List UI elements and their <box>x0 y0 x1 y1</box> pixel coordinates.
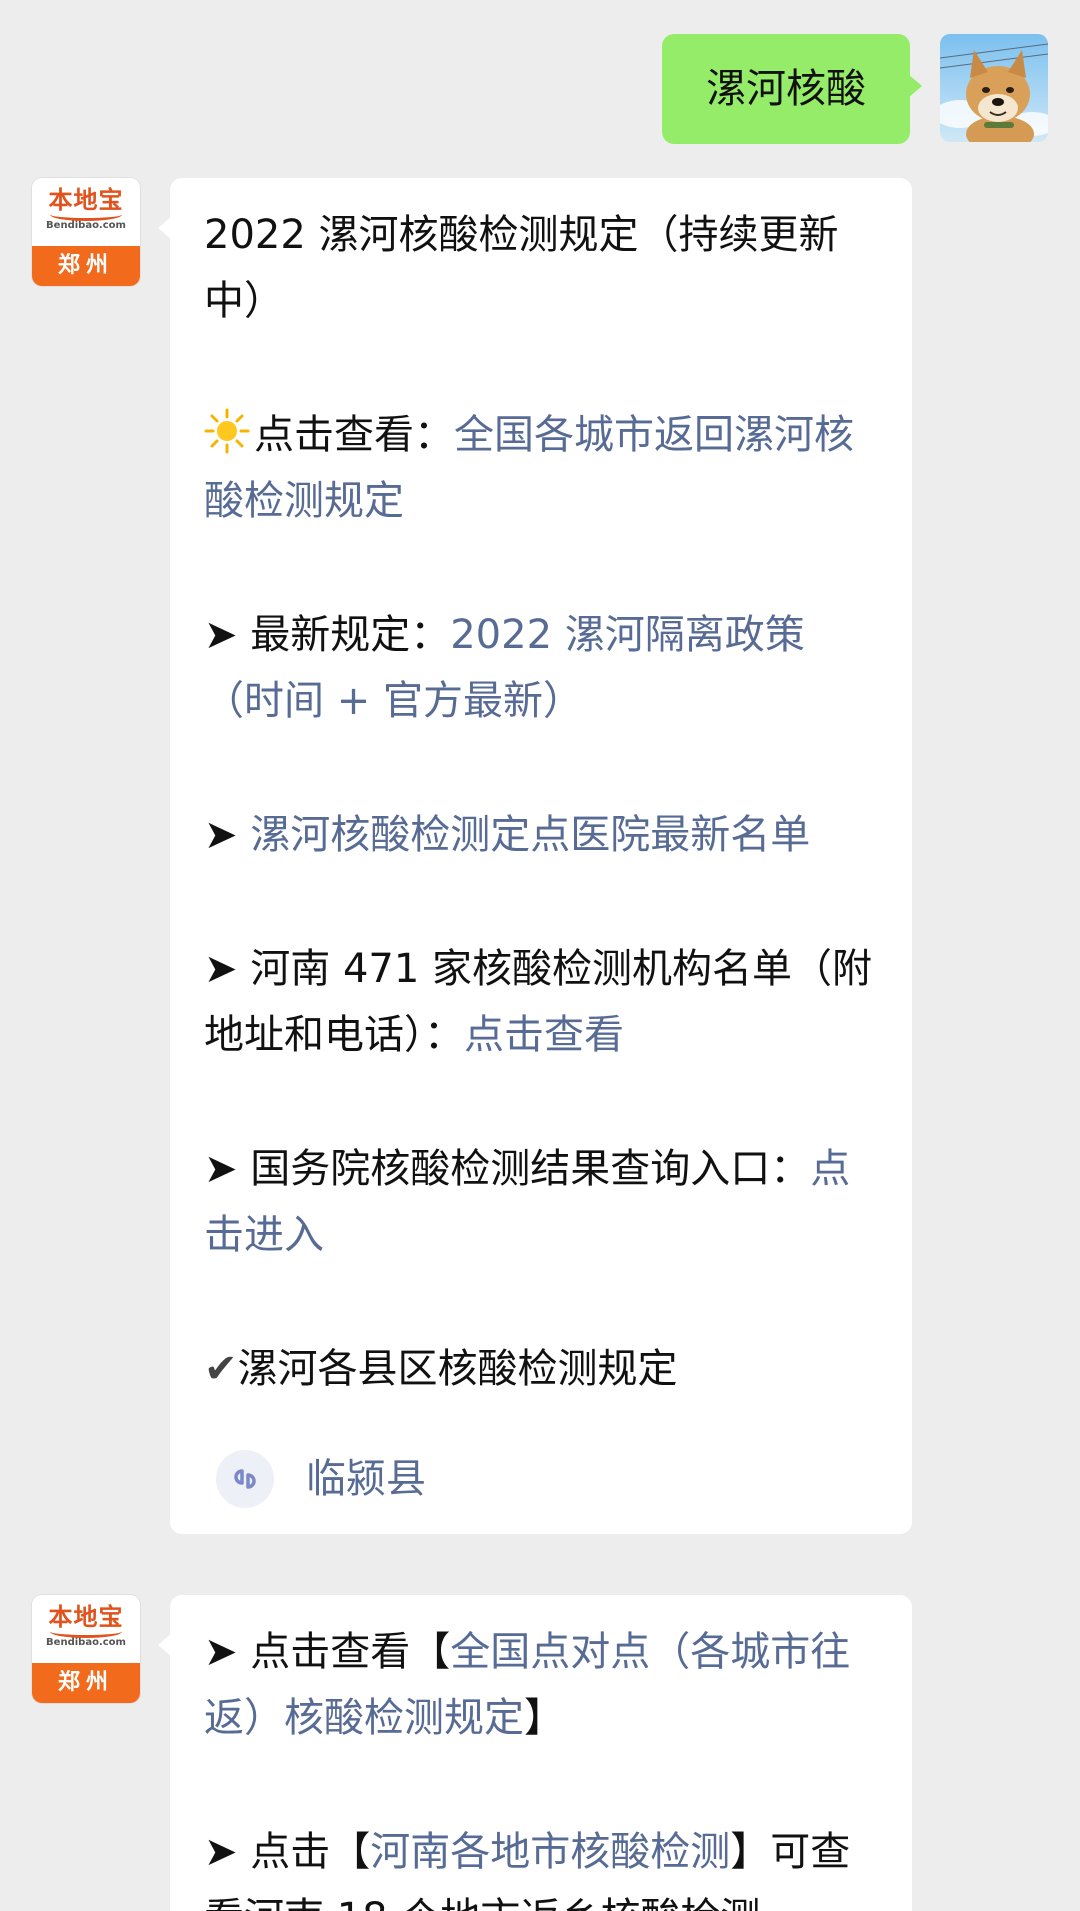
list-item: ➤ 河南 471 家核酸检测机构名单（附地址和电话）：点击查看 <box>204 936 880 1068</box>
brand-arc-icon <box>50 1625 122 1638</box>
item-prefix: 国务院核酸检测结果查询入口： <box>237 1146 811 1192</box>
incoming-message-bubble[interactable]: 2022 漯河核酸检测规定（持续更新中） 点击查看：全国各城市返回漯河核酸检测规… <box>158 178 912 1534</box>
list-item: ➤ 漯河核酸检测定点医院最新名单 <box>204 802 880 868</box>
list-item: ➤ 最新规定：2022 漯河隔离政策（时间 + 官方最新） <box>204 602 880 734</box>
brand-logo: 本地宝 Bendibao.com <box>32 1595 140 1663</box>
miniprogram-icon <box>216 1450 274 1508</box>
arrow-bullet-icon: ➤ <box>204 1629 238 1675</box>
dog-avatar-icon <box>940 34 1048 142</box>
list-item: ➤ 点击查看【全国点对点（各城市往返）核酸检测规定】 <box>204 1619 880 1751</box>
list-item: 点击查看：全国各城市返回漯河核酸检测规定 <box>204 402 880 534</box>
arrow-bullet-icon: ➤ <box>204 1146 238 1192</box>
brand-city: 郑州 <box>32 246 140 286</box>
incoming-message-bubble[interactable]: ➤ 点击查看【全国点对点（各城市往返）核酸检测规定】 ➤ 点击【河南各地市核酸检… <box>158 1595 912 1911</box>
brand-city: 郑州 <box>32 1663 140 1703</box>
item-text: 漯河各县区核酸检测规定 <box>237 1346 678 1392</box>
sun-icon <box>204 408 250 454</box>
hospital-list-link[interactable]: 漯河核酸检测定点医院最新名单 <box>250 812 810 858</box>
miniprogram-link[interactable]: 临颍县 <box>216 1446 880 1512</box>
miniprogram-label: 临颍县 <box>306 1456 426 1502</box>
brand-arc-icon <box>50 208 122 221</box>
user-avatar[interactable] <box>940 34 1048 142</box>
outgoing-message-text: 漯河核酸 <box>706 66 866 112</box>
item-prefix: 点击【 <box>237 1829 371 1875</box>
brand-url: Bendibao.com <box>46 220 126 231</box>
brand-logo: 本地宝 Bendibao.com <box>32 178 140 246</box>
arrow-bullet-icon: ➤ <box>204 946 238 992</box>
item-prefix: 点击查看： <box>254 412 454 458</box>
view-institutions-link[interactable]: 点击查看 <box>464 1012 624 1058</box>
checkmark-icon: ✔ <box>204 1346 238 1392</box>
item-prefix: 点击查看【 <box>237 1629 451 1675</box>
list-item: ✔漯河各县区核酸检测规定 <box>204 1336 880 1402</box>
arrow-bullet-icon: ➤ <box>204 1829 238 1875</box>
arrow-bullet-icon: ➤ <box>204 612 238 658</box>
list-item: ➤ 国务院核酸检测结果查询入口：点击进入 <box>204 1136 880 1268</box>
list-item: ➤ 点击【河南各地市核酸检测】可查看河南 18 个地市返乡核酸检测 <box>204 1819 880 1911</box>
outgoing-message-bubble[interactable]: 漯河核酸 <box>662 34 922 144</box>
brand-url: Bendibao.com <box>46 1637 126 1648</box>
chat-screen: 漯河核酸 本地宝 Bendibao.com 郑州 2022 漯河核酸检测规定（持… <box>0 0 1080 1911</box>
arrow-bullet-icon: ➤ <box>204 812 238 858</box>
brand-avatar[interactable]: 本地宝 Bendibao.com 郑州 <box>32 178 140 286</box>
item-suffix: 】 <box>524 1695 564 1741</box>
henan-cities-link[interactable]: 河南各地市核酸检测 <box>370 1829 730 1875</box>
message-title: 2022 漯河核酸检测规定（持续更新中） <box>204 212 839 324</box>
item-prefix: 最新规定： <box>237 612 451 658</box>
brand-avatar[interactable]: 本地宝 Bendibao.com 郑州 <box>32 1595 140 1703</box>
